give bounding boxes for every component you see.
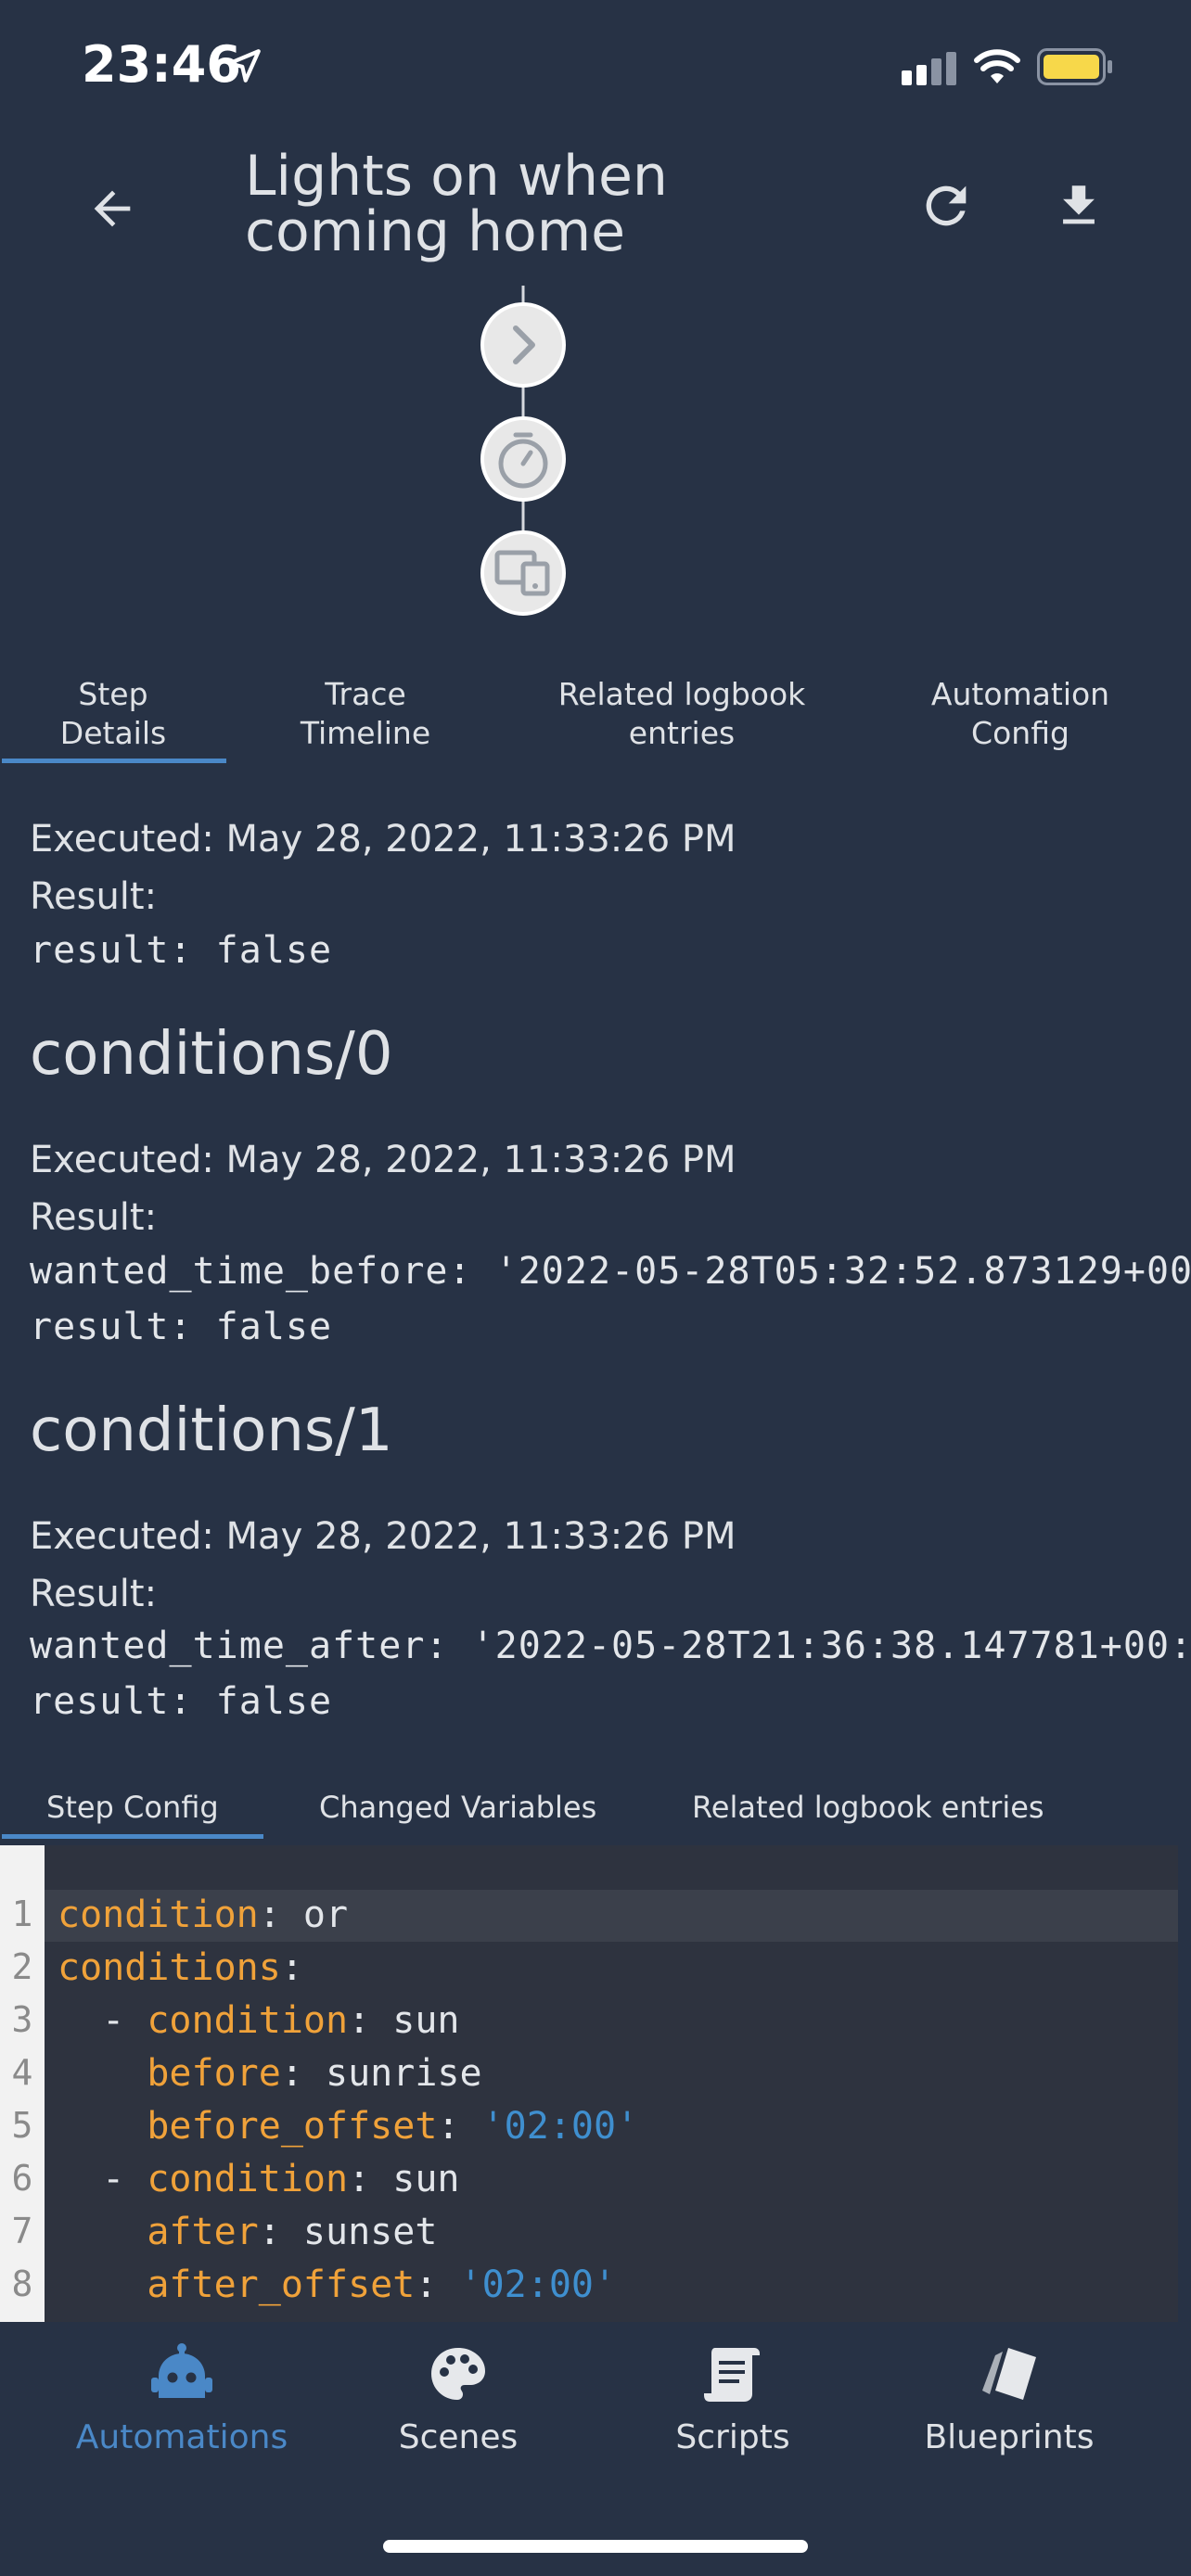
code-key: after_offset: [147, 2264, 416, 2306]
code-key: condition: [147, 2158, 349, 2200]
location-arrow-icon: [227, 49, 261, 83]
device-node[interactable]: [480, 530, 566, 616]
robot-icon: [151, 2343, 212, 2398]
trace-graph: [480, 286, 566, 616]
nav-scenes[interactable]: Scenes: [319, 2342, 597, 2456]
blueprint-icon: [982, 2348, 1036, 2400]
subtab-step-config[interactable]: Step Config: [46, 1790, 219, 1825]
back-arrow-icon[interactable]: [85, 182, 139, 236]
code-dash: -: [102, 2158, 147, 2200]
script-icon: [704, 2348, 760, 2402]
line-number: 2: [11, 1946, 33, 1987]
line-number: 7: [11, 2211, 33, 2251]
tab-step-details-label: Step Details: [59, 676, 167, 751]
result-label: Result:: [30, 1573, 158, 1615]
code-string: '02:00': [459, 2264, 617, 2306]
code-line: conditions:: [58, 1946, 303, 1989]
tab-trace-timeline[interactable]: Trace Timeline: [245, 675, 486, 753]
active-subtab-indicator: [2, 1834, 263, 1839]
battery-icon: [1037, 48, 1112, 85]
result-value: result: false: [30, 929, 333, 972]
nav-blueprints-label: Blueprints: [924, 2418, 1095, 2456]
code-line: after: sunset: [147, 2211, 438, 2253]
section-heading: conditions/0: [30, 1020, 393, 1089]
page-title: Lights on when coming home: [245, 144, 668, 264]
download-icon[interactable]: [1052, 176, 1106, 236]
result-value: result: false: [30, 1680, 333, 1723]
code-line: before_offset: '02:00': [147, 2105, 639, 2148]
tab-automation-config-label: Automation Config: [930, 676, 1110, 751]
subtab-related-logbook[interactable]: Related logbook entries: [692, 1790, 1044, 1825]
line-number: 8: [11, 2264, 33, 2304]
code-line: condition: or: [58, 1894, 349, 1936]
code-key: before_offset: [147, 2105, 438, 2148]
home-indicator: [383, 2540, 808, 2553]
line-number: 1: [11, 1894, 33, 1934]
tab-automation-config[interactable]: Automation Config: [890, 675, 1150, 753]
wanted-time-value: wanted_time_before: '2022-05-28T05:32:52…: [30, 1250, 1191, 1293]
timer-node[interactable]: [480, 416, 566, 502]
code-value: or: [302, 1894, 349, 1936]
code-line: before: sunrise: [147, 2052, 482, 2095]
tab-related-logbook[interactable]: Related logbook entries: [529, 675, 835, 753]
code-line: - condition: sun: [102, 1999, 460, 2042]
tab-related-logbook-label: Related logbook entries: [557, 676, 806, 751]
nav-scripts-label: Scripts: [675, 2418, 790, 2456]
result-label: Result:: [30, 875, 158, 918]
nav-scenes-label: Scenes: [398, 2418, 519, 2456]
tab-step-details[interactable]: Step Details: [0, 675, 226, 753]
code-dash: -: [102, 1999, 147, 2042]
executed-text: Executed: May 28, 2022, 11:33:26 PM: [30, 1139, 736, 1181]
refresh-icon[interactable]: [916, 176, 976, 236]
code-value: sunrise: [326, 2052, 482, 2095]
trigger-node[interactable]: [480, 302, 566, 388]
nav-blueprints[interactable]: Blueprints: [870, 2342, 1148, 2456]
nav-scripts[interactable]: Scripts: [594, 2342, 872, 2456]
subtab-changed-variables[interactable]: Changed Variables: [319, 1790, 596, 1825]
line-number: 6: [11, 2158, 33, 2199]
code-editor[interactable]: 1 2 3 4 5 6 7 8 condition: or conditions…: [0, 1845, 1178, 2322]
code-key: after: [147, 2211, 259, 2253]
executed-text: Executed: May 28, 2022, 11:33:26 PM: [30, 1515, 736, 1558]
palette-icon: [431, 2348, 485, 2400]
tab-trace-timeline-label: Trace Timeline: [300, 676, 431, 751]
code-key: condition: [147, 1999, 349, 2042]
executed-text: Executed: May 28, 2022, 11:33:26 PM: [30, 818, 736, 861]
section-heading: conditions/1: [30, 1396, 393, 1465]
nav-automations[interactable]: Automations: [43, 2342, 321, 2456]
code-line: after_offset: '02:00': [147, 2264, 617, 2306]
code-string: '02:00': [481, 2105, 639, 2148]
result-label: Result:: [30, 1196, 158, 1239]
line-number: 5: [11, 2105, 33, 2146]
line-number: 4: [11, 2052, 33, 2093]
code-value: sunset: [302, 2211, 438, 2253]
wanted-time-value: wanted_time_after: '2022-05-28T21:36:38.…: [30, 1625, 1191, 1667]
status-time: 23:46: [82, 35, 241, 94]
code-line: - condition: sun: [102, 2158, 460, 2200]
nav-automations-label: Automations: [75, 2418, 288, 2456]
active-tab-indicator: [2, 759, 226, 763]
code-key: before: [147, 2052, 281, 2095]
cellular-signal-icon: [902, 52, 956, 85]
result-value: result: false: [30, 1306, 333, 1348]
code-key: conditions: [58, 1946, 281, 1989]
code-value: sun: [392, 1999, 460, 2042]
wifi-icon: [974, 49, 1020, 83]
code-key: condition: [58, 1894, 259, 1936]
line-number: 3: [11, 1999, 33, 2040]
code-value: sun: [392, 2158, 460, 2200]
